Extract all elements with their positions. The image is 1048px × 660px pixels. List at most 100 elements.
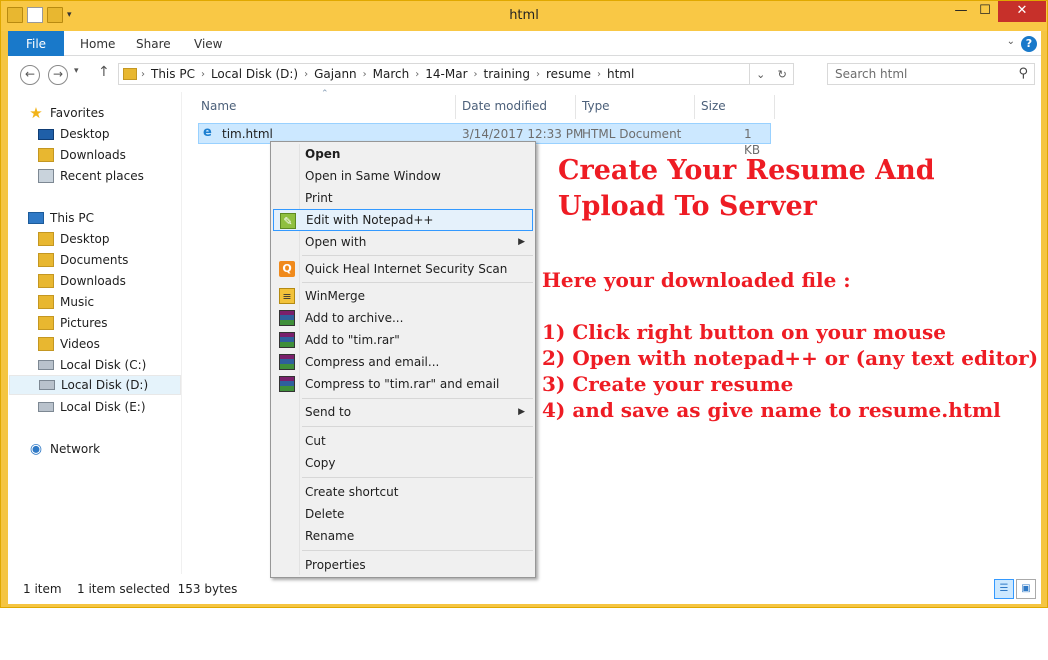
status-item-count: 1 item (23, 582, 62, 596)
computer-icon (28, 212, 44, 224)
window-title: html (509, 8, 539, 23)
annotation-step-2: 2) Open with notepad++ or (any text edit… (542, 346, 1039, 370)
annotation-step-1: 1) Click right button on your mouse (542, 320, 947, 344)
recent-locations-icon[interactable]: ▾ (74, 66, 79, 76)
ribbon-tabs: File Home Share View ⌄ ? (8, 31, 1041, 56)
annotation-title-line-1: Create Your Resume And (558, 155, 935, 186)
sort-arrow-icon: ⌃ (321, 89, 329, 99)
winrar-icon (279, 332, 295, 348)
desktop-icon (38, 128, 54, 140)
annotation-title-line-2: Upload To Server (558, 191, 817, 222)
internet-explorer-icon: e (203, 125, 212, 140)
folder-icon (38, 232, 54, 246)
back-button[interactable]: ← (20, 65, 40, 85)
forward-button[interactable]: → (48, 65, 68, 85)
nav-local-disk-d[interactable]: Local Disk (D:) (9, 375, 181, 395)
tab-view[interactable]: View (180, 31, 236, 56)
details-view-button[interactable]: ☰ (994, 579, 1014, 599)
annotation-instructions: Here your downloaded file : 1) Click rig… (542, 267, 1038, 423)
close-button[interactable]: ✕ (998, 1, 1046, 22)
breadcrumb-march[interactable]: March (369, 67, 414, 81)
menu-item-copy[interactable]: Copy (273, 452, 533, 474)
menu-item-add-to-archive[interactable]: Add to archive... (273, 307, 533, 329)
music-folder-icon (38, 295, 54, 309)
refresh-icon[interactable]: ↻ (778, 68, 787, 81)
tab-home[interactable]: Home (66, 31, 129, 56)
large-icons-view-button[interactable]: ▣ (1016, 579, 1036, 599)
expand-ribbon-icon[interactable]: ⌄ (1007, 36, 1015, 52)
title-bar: ▾ html — ☐ ✕ (1, 1, 1047, 31)
folder-icon (38, 274, 54, 288)
windows-drive-icon (38, 360, 54, 370)
column-header-size[interactable]: Size (701, 97, 726, 115)
winmerge-icon: ≡ (279, 288, 295, 304)
maximize-button[interactable]: ☐ (971, 1, 999, 22)
annotation-title: Create Your Resume And Upload To Server (558, 153, 935, 225)
menu-item-properties[interactable]: Properties (273, 554, 533, 576)
menu-item-edit-notepadpp[interactable]: ✎ Edit with Notepad++ (273, 209, 533, 231)
winrar-icon (279, 376, 295, 392)
address-bar-row: ← → ▾ ↑ › This PC › Local Disk (D:) › Gaja… (8, 56, 1041, 92)
search-icon[interactable]: ⚲ (1018, 66, 1028, 81)
column-header-type[interactable]: Type (582, 97, 610, 115)
address-bar[interactable]: › This PC › Local Disk (D:) › Gajann › Marc… (118, 63, 794, 85)
status-selection: 1 item selected 153 bytes (77, 582, 238, 596)
notepadpp-icon: ✎ (280, 213, 296, 229)
column-header-date-modified[interactable]: Date modified (462, 97, 547, 115)
menu-item-delete[interactable]: Delete (273, 503, 533, 525)
menu-item-quick-heal-scan[interactable]: Q Quick Heal Internet Security Scan (273, 258, 533, 280)
breadcrumb-14-mar[interactable]: 14-Mar (421, 67, 471, 81)
tab-share[interactable]: Share (122, 31, 185, 56)
submenu-arrow-icon: ▶ (518, 407, 525, 417)
file-type: HTML Document (582, 127, 682, 141)
menu-item-open-with[interactable]: Open with ▶ (273, 231, 533, 253)
nav-favorites[interactable]: ★ Favorites (28, 103, 202, 123)
submenu-arrow-icon: ▶ (518, 237, 525, 247)
file-name: tim.html (222, 127, 273, 141)
menu-item-compress-rar-email[interactable]: Compress to "tim.rar" and email (273, 373, 533, 395)
breadcrumb-resume[interactable]: resume (542, 67, 595, 81)
help-icon[interactable]: ? (1021, 36, 1037, 52)
network-icon: ◉ (29, 441, 43, 457)
folder-icon (123, 68, 137, 80)
search-placeholder: Search html (835, 67, 908, 81)
column-header-name[interactable]: Name (201, 97, 236, 115)
nav-this-pc[interactable]: This PC (28, 208, 202, 228)
drive-icon (38, 402, 54, 412)
winrar-icon (279, 310, 295, 326)
menu-item-open-same-window[interactable]: Open in Same Window (273, 165, 533, 187)
menu-item-winmerge[interactable]: ≡ WinMerge (273, 285, 533, 307)
menu-item-create-shortcut[interactable]: Create shortcut (273, 481, 533, 503)
nav-network[interactable]: ◉ Network (28, 439, 202, 459)
breadcrumb-training[interactable]: training (480, 67, 535, 81)
menu-item-add-to-rar[interactable]: Add to "tim.rar" (273, 329, 533, 351)
address-dropdown-icon[interactable]: ⌄ (756, 68, 765, 81)
up-button[interactable]: ↑ (98, 64, 110, 80)
menu-item-cut[interactable]: Cut (273, 430, 533, 452)
drive-icon (39, 380, 55, 390)
pictures-folder-icon (38, 316, 54, 330)
menu-item-open[interactable]: Open (273, 143, 533, 165)
breadcrumb-local-disk-d[interactable]: Local Disk (D:) (207, 67, 302, 81)
annotation-step-3: 3) Create your resume (542, 372, 794, 396)
quick-heal-icon: Q (279, 261, 295, 277)
menu-item-print[interactable]: Print (273, 187, 533, 209)
recent-places-icon (38, 169, 54, 183)
breadcrumb-this-pc[interactable]: This PC (147, 67, 199, 81)
menu-item-compress-email[interactable]: Compress and email... (273, 351, 533, 373)
menu-item-send-to[interactable]: Send to ▶ (273, 401, 533, 423)
star-icon: ★ (29, 104, 43, 122)
tab-file[interactable]: File (8, 31, 64, 56)
annotation-intro: Here your downloaded file : (542, 268, 851, 292)
file-date-modified: 3/14/2017 12:33 PM (462, 127, 584, 141)
annotation-step-4: 4) and save as give name to resume.html (542, 398, 1001, 422)
search-input[interactable]: Search html ⚲ (827, 63, 1035, 85)
folder-icon (38, 253, 54, 267)
downloads-folder-icon (38, 148, 54, 162)
menu-item-rename[interactable]: Rename (273, 525, 533, 547)
status-bar: 1 item 1 item selected 153 bytes ☰ ▣ (8, 574, 1041, 604)
videos-folder-icon (38, 337, 54, 351)
breadcrumb-html[interactable]: html (603, 67, 638, 81)
context-menu: Open Open in Same Window Print ✎ Edit wi… (270, 141, 536, 578)
breadcrumb-gajann[interactable]: Gajann (310, 67, 361, 81)
